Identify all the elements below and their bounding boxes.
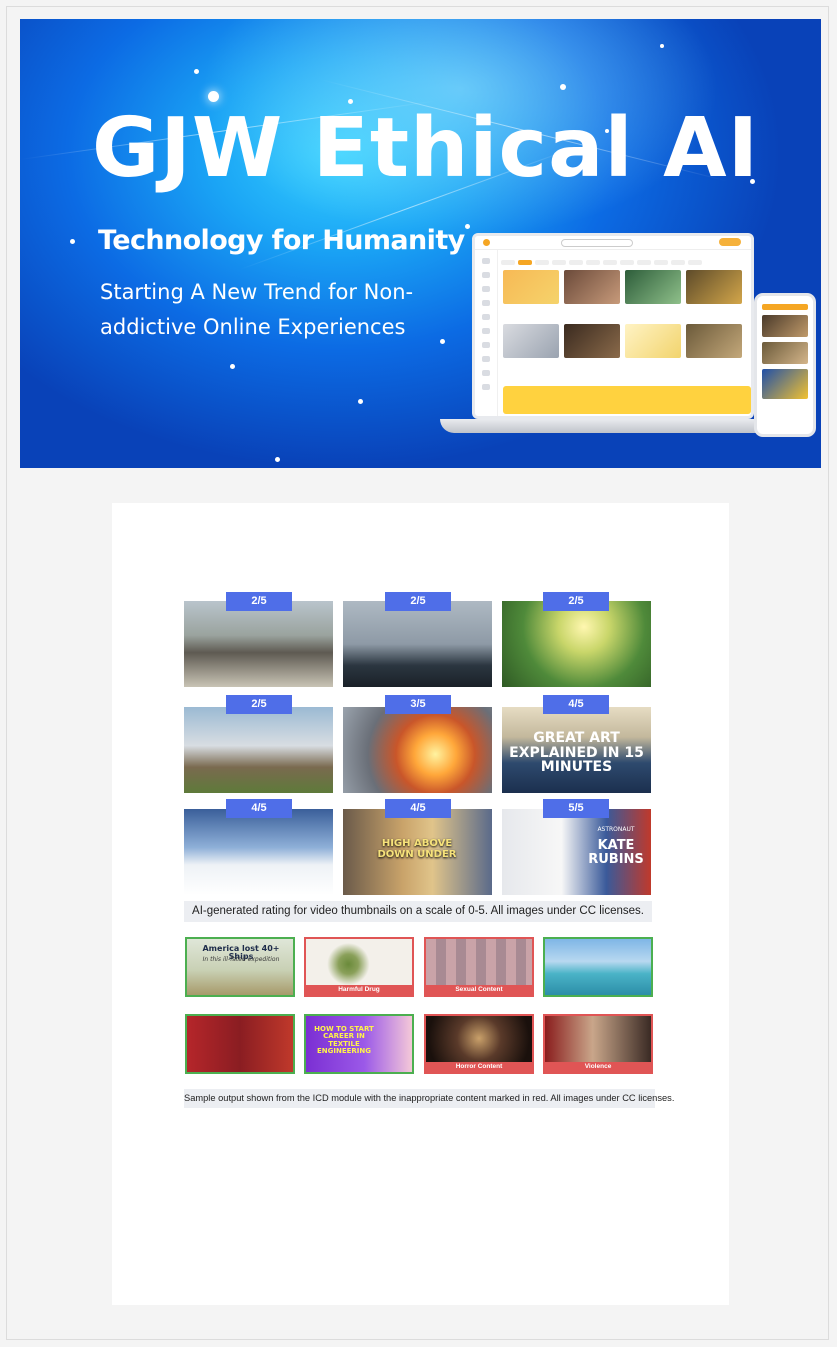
laptop-mockup bbox=[472, 233, 754, 419]
high-above-text: HIGH ABOVE DOWN UNDER bbox=[377, 838, 457, 860]
thumbnail-forest bbox=[502, 601, 651, 687]
icd-caption: Sample output shown from the ICD module … bbox=[184, 1089, 674, 1108]
mockup-chips bbox=[501, 252, 751, 265]
mockup-trending-banner bbox=[503, 386, 751, 414]
sparkle bbox=[70, 239, 75, 244]
mockup-thumb bbox=[762, 369, 808, 399]
icd-sexual-thumbnail: Sexual Content bbox=[424, 937, 534, 997]
violence-label: Violence bbox=[545, 1062, 651, 1072]
kate-rubins-text: KATE RUBINS bbox=[588, 838, 644, 867]
icd-island-thumbnail bbox=[543, 937, 653, 997]
mockup-sidebar bbox=[475, 250, 498, 416]
rating-badge: 2/5 bbox=[226, 695, 292, 714]
rating-badge: 2/5 bbox=[226, 592, 292, 611]
icd-portrait-thumbnail bbox=[185, 1014, 295, 1074]
banner-subtitle: Technology for Humanity bbox=[98, 225, 465, 256]
rating-badge: 2/5 bbox=[385, 592, 451, 611]
great-art-text: GREAT ART EXPLAINED IN 15 MINUTES bbox=[509, 730, 644, 776]
icd-drug-thumbnail: Harmful Drug bbox=[304, 937, 414, 997]
ships-subtitle: In this ill-fated expedition bbox=[202, 956, 280, 963]
mockup-thumb bbox=[503, 270, 559, 304]
thumbnail-high-above: HIGH ABOVE DOWN UNDER bbox=[343, 809, 492, 895]
rating-badge: 4/5 bbox=[543, 695, 609, 714]
mockup-thumb bbox=[564, 324, 620, 358]
icd-horror-thumbnail: Horror Content bbox=[424, 1014, 534, 1074]
thumbnail-ship-explosion bbox=[343, 707, 492, 793]
rating-badge: 5/5 bbox=[543, 799, 609, 818]
rating-caption: AI-generated rating for video thumbnails… bbox=[184, 901, 652, 922]
mockup-topbar bbox=[475, 236, 751, 250]
mockup-thumb bbox=[762, 315, 808, 337]
career-text: HOW TO START CAREER IN TEXTILE ENGINEERI… bbox=[314, 1025, 374, 1056]
banner-description: Starting A New Trend for Non-addictive O… bbox=[100, 280, 414, 339]
article-figure: GREAT ART EXPLAINED IN 15 MINUTES HIGH A… bbox=[112, 503, 729, 1305]
sparkle bbox=[194, 69, 199, 74]
sparkle bbox=[230, 364, 235, 369]
harmful-drug-label: Harmful Drug bbox=[306, 985, 412, 995]
mockup-thumb bbox=[762, 342, 808, 364]
sparkle bbox=[275, 457, 280, 462]
thumbnail-cockpit bbox=[343, 601, 492, 687]
sparkle bbox=[358, 399, 363, 404]
thumbnail-mountain bbox=[184, 809, 333, 895]
sexual-content-label: Sexual Content bbox=[426, 985, 532, 995]
mockup-thumb bbox=[625, 324, 681, 358]
rating-badge: 4/5 bbox=[385, 799, 451, 818]
icd-violence-thumbnail: Violence bbox=[543, 1014, 653, 1074]
rating-badge: 2/5 bbox=[543, 592, 609, 611]
thumbnail-horse bbox=[184, 707, 333, 793]
phone-mockup bbox=[754, 293, 816, 437]
mockup-thumb bbox=[686, 270, 742, 304]
laptop-base bbox=[440, 419, 780, 433]
icd-ships-thumbnail: America lost 40+ Ships In this ill-fated… bbox=[185, 937, 295, 997]
thumbnail-great-art: GREAT ART EXPLAINED IN 15 MINUTES bbox=[502, 707, 651, 793]
rating-badge: 3/5 bbox=[385, 695, 451, 714]
thumbnail-crowd bbox=[184, 601, 333, 687]
sparkle bbox=[560, 84, 566, 90]
thumbnail-astronaut: ASTRONAUT KATE RUBINS bbox=[502, 809, 651, 895]
mockup-thumb bbox=[564, 270, 620, 304]
rating-badge: 4/5 bbox=[226, 799, 292, 818]
astronaut-text: ASTRONAUT bbox=[597, 826, 635, 833]
icd-career-thumbnail: HOW TO START CAREER IN TEXTILE ENGINEERI… bbox=[304, 1014, 414, 1074]
mockup-logo-icon bbox=[483, 239, 490, 246]
sparkle bbox=[660, 44, 664, 48]
mockup-video-grid bbox=[503, 270, 751, 378]
hero-banner: GJW Ethical AI Technology for Humanity S… bbox=[20, 19, 821, 468]
horror-content-label: Horror Content bbox=[426, 1062, 532, 1072]
mockup-thumb bbox=[625, 270, 681, 304]
mockup-brand-icon bbox=[719, 238, 741, 246]
mockup-thumb bbox=[686, 324, 742, 358]
mockup-thumb bbox=[762, 304, 808, 310]
mockup-thumb bbox=[503, 324, 559, 358]
mockup-search-icon bbox=[561, 239, 633, 247]
banner-title: GJW Ethical AI bbox=[92, 101, 760, 196]
sparkle bbox=[465, 224, 470, 229]
